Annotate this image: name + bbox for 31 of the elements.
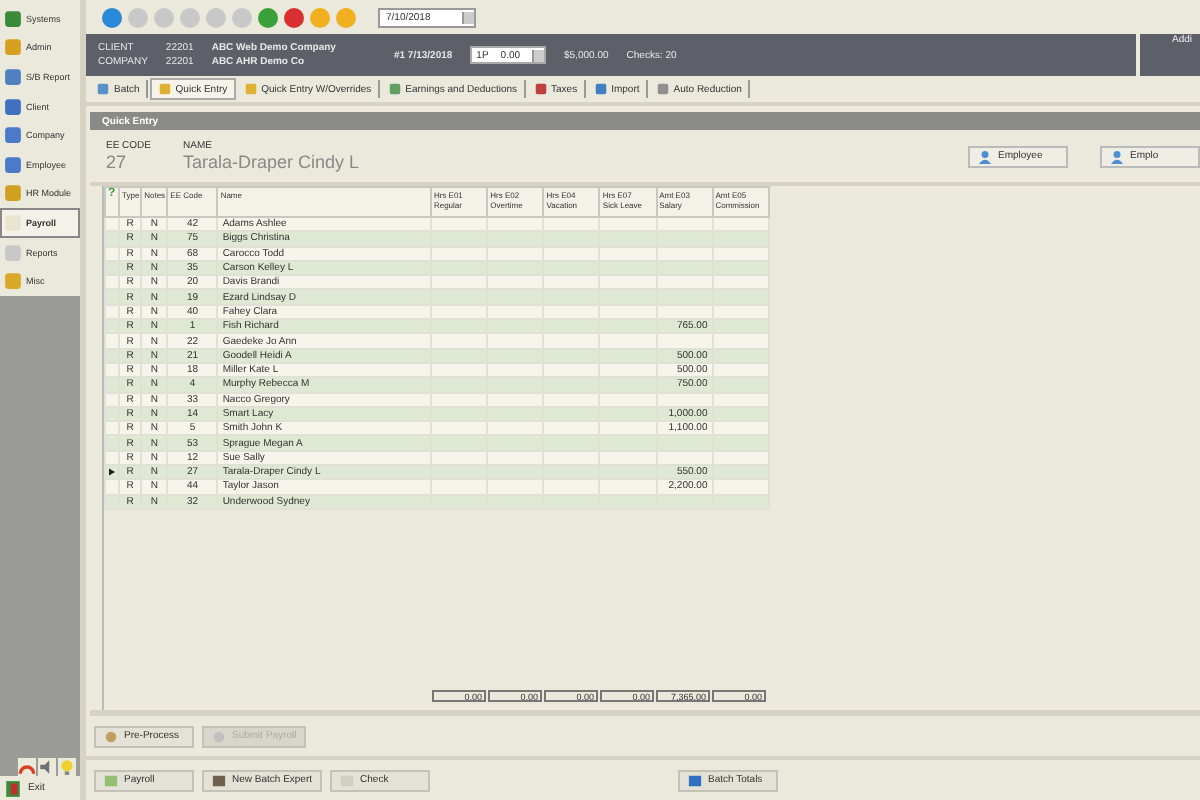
tile-icon <box>4 213 22 232</box>
tab-icon <box>96 82 110 96</box>
tile-icon <box>688 773 703 787</box>
door-icon <box>4 779 22 797</box>
tile-icon <box>4 38 22 57</box>
tile-icon <box>4 97 22 116</box>
tile-icon <box>4 67 22 86</box>
tab-icon <box>593 82 608 96</box>
bulb-icon[interactable] <box>58 758 76 776</box>
rainbow-icon[interactable] <box>18 758 36 776</box>
person-icon <box>1110 149 1124 163</box>
tab-icon <box>387 82 402 96</box>
tile-icon <box>212 773 226 787</box>
tile-icon <box>4 9 22 28</box>
tab-icon <box>243 82 258 96</box>
tile-icon <box>4 272 22 291</box>
person-icon <box>978 149 992 163</box>
row-pointer-icon <box>108 468 116 477</box>
tab-icon <box>157 82 172 96</box>
ee-code: 27 <box>106 152 129 172</box>
speaker-icon[interactable] <box>38 758 56 776</box>
tile-icon <box>104 773 118 787</box>
tile-icon <box>4 155 22 174</box>
employee-name: Tarala-Draper Cindy L <box>183 152 360 172</box>
tile-icon <box>4 126 22 145</box>
tile-icon <box>340 773 355 787</box>
tab-icon <box>655 82 670 96</box>
tab-icon <box>533 82 548 96</box>
back-button[interactable] <box>102 7 122 27</box>
tile-icon <box>4 243 22 262</box>
tile-icon <box>4 184 22 203</box>
